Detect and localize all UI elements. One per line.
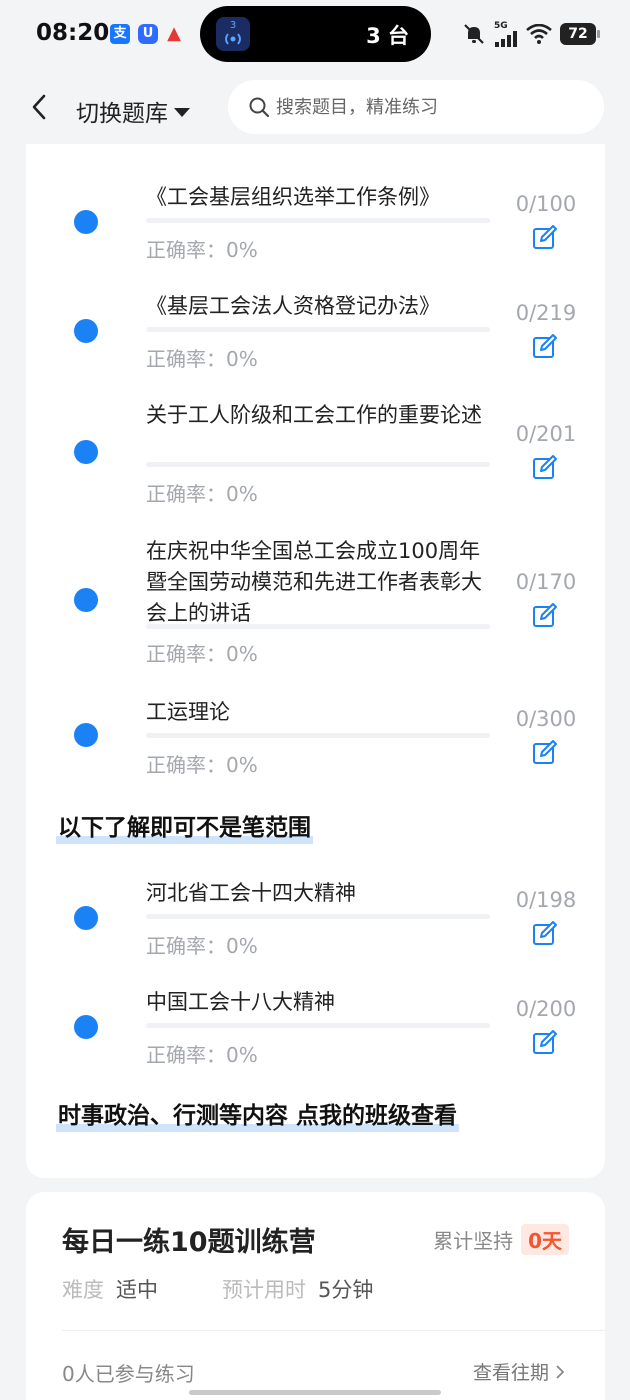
section-note: 以下了解即可不是笔范围	[56, 808, 313, 844]
chapter-accuracy: 正确率：0%	[146, 642, 258, 666]
time-label: 预计用时	[222, 1278, 306, 1302]
chevron-right-icon	[556, 1364, 565, 1379]
back-arrow-icon[interactable]	[28, 92, 52, 122]
streak-badge: 0天	[521, 1224, 569, 1255]
chapter-count: 0/219	[515, 301, 577, 325]
chapter-progress-bar	[146, 327, 490, 332]
chapter-dot-icon	[74, 723, 98, 747]
streak-indicator: 累计坚持 0天	[433, 1224, 569, 1255]
chapter-title: 关于工人阶级和工会工作的重要论述	[146, 403, 482, 427]
caret-down-icon	[174, 107, 190, 117]
island-text: 3 台	[366, 24, 409, 48]
edit-icon[interactable]	[532, 333, 558, 359]
time-value: 5分钟	[318, 1278, 374, 1302]
chapter-title: 中国工会十八大精神	[146, 990, 335, 1014]
chapter-dot-icon	[74, 319, 98, 343]
chapter-dot-icon	[74, 210, 98, 234]
chapter-accuracy: 正确率：0%	[146, 482, 258, 506]
chapter-count: 0/170	[515, 570, 577, 594]
chapter-item[interactable]: 河北省工会十四大精神 正确率：0% 0/198	[26, 878, 605, 970]
chapter-title: 《工会基层组织选举工作条例》	[146, 185, 440, 209]
chapter-progress-bar	[146, 218, 490, 223]
triangle-app-icon: ▲	[167, 23, 181, 44]
status-bar: 08:20 支 U ▲ 3 3 台 5G 72	[0, 0, 630, 72]
edit-icon[interactable]	[532, 920, 558, 946]
chapter-count: 0/100	[515, 192, 577, 216]
streak-label: 累计坚持	[433, 1229, 514, 1253]
chapter-accuracy: 正确率：0%	[146, 934, 258, 958]
daily-title: 每日一练10题训练营	[62, 1227, 316, 1258]
daily-meta: 难度 适中 预计用时 5分钟	[62, 1274, 373, 1304]
edit-icon[interactable]	[532, 602, 558, 628]
switch-library-button[interactable]: 切换题库	[76, 94, 190, 128]
class-link-note[interactable]: 时事政治、行测等内容 点我的班级查看	[56, 1096, 460, 1132]
network-type: 5G	[494, 20, 508, 31]
chapter-progress-bar	[146, 1023, 490, 1028]
chapter-list-card: 《工会基层组织选举工作条例》 正确率：0% 0/100 《基层工会法人资格登记办…	[26, 144, 605, 1178]
signal-waves-icon	[225, 33, 241, 45]
chapter-count: 0/201	[515, 422, 577, 446]
search-icon	[249, 97, 270, 118]
chapter-progress-bar	[146, 733, 490, 738]
island-badge: 3	[229, 20, 237, 31]
bell-muted-icon	[464, 24, 484, 44]
chapter-item[interactable]: 在庆祝中华全国总工会成立100周年暨全国劳动模范和先进工作者表彰大会上的讲话 正…	[26, 536, 605, 666]
chapter-accuracy: 正确率：0%	[146, 347, 258, 371]
search-bar[interactable]	[228, 80, 604, 134]
edit-icon[interactable]	[532, 224, 558, 250]
edit-icon[interactable]	[532, 454, 558, 480]
chapter-item[interactable]: 关于工人阶级和工会工作的重要论述 正确率：0% 0/201	[26, 400, 605, 510]
edit-icon[interactable]	[532, 1029, 558, 1055]
chapter-accuracy: 正确率：0%	[146, 753, 258, 777]
home-indicator[interactable]	[189, 1390, 441, 1395]
chapter-dot-icon	[74, 906, 98, 930]
broadcast-icon: 3	[216, 17, 250, 51]
alipay-icon: 支	[110, 24, 130, 44]
chapter-dot-icon	[74, 1015, 98, 1039]
cellular-signal-icon: 5G	[494, 20, 518, 47]
chapter-item[interactable]: 工运理论 正确率：0% 0/300	[26, 697, 605, 789]
chapter-item[interactable]: 《工会基层组织选举工作条例》 正确率：0% 0/100	[26, 182, 605, 274]
chapter-title: 工运理论	[146, 700, 230, 724]
chapter-count: 0/200	[515, 997, 577, 1021]
shield-app-icon: U	[138, 24, 158, 44]
chapter-dot-icon	[74, 440, 98, 464]
status-time: 08:20	[36, 20, 110, 46]
chapter-title: 《基层工会法人资格登记办法》	[146, 294, 440, 318]
chapter-dot-icon	[74, 588, 98, 612]
dynamic-island[interactable]: 3 3 台	[200, 6, 431, 62]
status-indicators: 5G 72	[462, 20, 600, 48]
chapter-item[interactable]: 《基层工会法人资格登记办法》 正确率：0% 0/219	[26, 291, 605, 383]
chapter-count: 0/198	[515, 888, 577, 912]
battery-icon: 72	[560, 23, 600, 45]
chapter-count: 0/300	[515, 707, 577, 731]
daily-practice-card[interactable]: 每日一练10题训练营 累计坚持 0天 难度 适中 预计用时 5分钟 0人已参与练…	[26, 1192, 605, 1400]
switch-library-label: 切换题库	[76, 101, 168, 127]
chapter-accuracy: 正确率：0%	[146, 238, 258, 262]
difficulty-value: 适中	[116, 1278, 158, 1302]
chapter-progress-bar	[146, 914, 490, 919]
chapter-progress-bar	[146, 462, 490, 467]
search-input[interactable]	[276, 96, 576, 118]
history-label: 查看往期	[472, 1362, 549, 1384]
view-history-link[interactable]: 查看往期	[473, 1358, 565, 1385]
chapter-item[interactable]: 中国工会十八大精神 正确率：0% 0/200	[26, 987, 605, 1079]
chapter-title: 河北省工会十四大精神	[146, 881, 356, 905]
divider	[62, 1330, 605, 1331]
chapter-accuracy: 正确率：0%	[146, 1043, 258, 1067]
top-nav: 切换题库	[0, 72, 630, 144]
participants-count: 0人已参与练习	[62, 1362, 195, 1386]
wifi-icon	[526, 24, 552, 44]
chapter-title: 在庆祝中华全国总工会成立100周年暨全国劳动模范和先进工作者表彰大会上的讲话	[146, 539, 482, 625]
edit-icon[interactable]	[532, 739, 558, 765]
difficulty-label: 难度	[62, 1278, 104, 1302]
chapter-progress-bar	[146, 624, 490, 629]
